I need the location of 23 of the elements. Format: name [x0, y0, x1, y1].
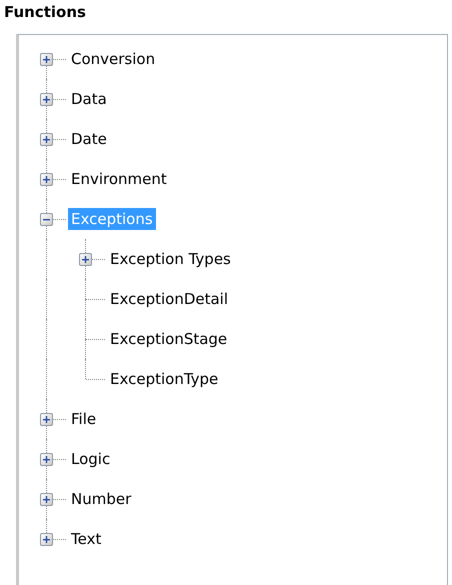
tree-item[interactable]: Conversion: [68, 48, 158, 70]
tree-item[interactable]: Exception Types: [107, 248, 234, 270]
expand-icon[interactable]: [40, 93, 53, 106]
tree-item[interactable]: Text: [68, 528, 104, 550]
tree-item[interactable]: ExceptionDetail: [107, 288, 232, 310]
expand-icon[interactable]: [79, 253, 92, 266]
tree-item[interactable]: Date: [68, 128, 110, 150]
tree-item[interactable]: Data: [68, 88, 110, 110]
tree-item[interactable]: ExceptionStage: [107, 328, 230, 350]
expand-icon[interactable]: [40, 173, 53, 186]
expand-icon[interactable]: [40, 53, 53, 66]
tree-item[interactable]: Environment: [68, 168, 170, 190]
expand-icon[interactable]: [40, 493, 53, 506]
tree-item[interactable]: Logic: [68, 448, 114, 470]
expand-icon[interactable]: [40, 453, 53, 466]
collapse-icon[interactable]: [40, 213, 53, 226]
expand-icon[interactable]: [40, 133, 53, 146]
expand-icon[interactable]: [40, 533, 53, 546]
tree-item[interactable]: Number: [68, 488, 134, 510]
tree-item[interactable]: File: [68, 408, 100, 430]
tree-item[interactable]: ExceptionType: [107, 368, 222, 390]
expand-icon[interactable]: [40, 413, 53, 426]
panel-title: Functions: [3, 2, 87, 23]
